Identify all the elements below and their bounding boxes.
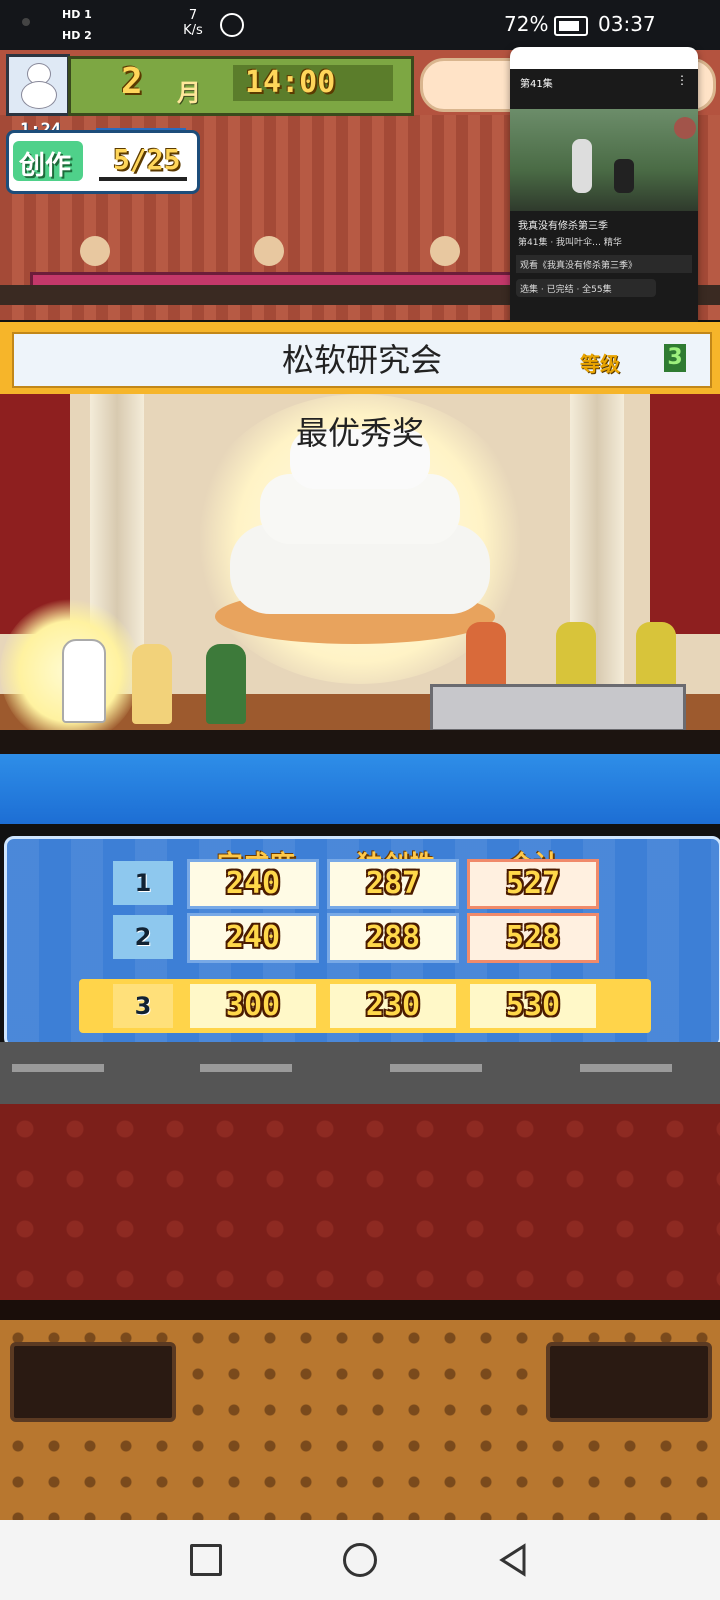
android-nav-bar	[0, 1520, 720, 1600]
score-cell-total: 528	[467, 913, 599, 963]
speed-value: 7	[188, 8, 198, 23]
date-panel: 2 月 14:00	[68, 56, 414, 116]
lamp-icon	[430, 236, 460, 266]
score-cell: 240	[187, 859, 319, 909]
mini-now-watching: 观看《我真没有修杀第三季》	[520, 261, 638, 271]
score-cell-total: 530	[467, 981, 599, 1031]
score-cell-total: 527	[467, 859, 599, 909]
score-panel: 完成度 独创性 合计 1 240 287 527 2 240 288 528 3…	[4, 836, 720, 1048]
score-cell: 288	[327, 913, 459, 963]
snowman-avatar[interactable]	[6, 54, 70, 116]
score-cell: 230	[327, 981, 459, 1031]
back-nav-icon[interactable]	[490, 1536, 538, 1584]
battery-percent: 72%	[504, 12, 549, 36]
rank-1: 1	[113, 861, 173, 905]
left-slot-button[interactable]	[10, 1342, 176, 1422]
hd1-indicator: HD 1	[62, 8, 92, 21]
staff-character	[206, 644, 246, 724]
square-nav-icon[interactable]	[182, 1536, 230, 1584]
floating-video-window[interactable]: 第41集 ⋮ 我真没有修杀第三季 第41集 · 我叫叶伞… 精华 观看《我真没有…	[510, 47, 698, 351]
right-slot-button[interactable]	[546, 1342, 712, 1422]
bottom-panel	[0, 1320, 720, 1520]
month-number: 2	[121, 61, 143, 102]
award-stage: 最优秀奖	[0, 394, 720, 754]
data-saver-icon	[220, 13, 244, 37]
dot-indicator	[22, 18, 30, 26]
level-value: 3	[664, 344, 686, 372]
mini-episodes: 选集 · 已完结 · 全55集	[520, 285, 612, 295]
mini-show-title: 我真没有修杀第三季	[518, 221, 608, 232]
score-cell: 287	[327, 859, 459, 909]
carpet-area	[0, 1104, 720, 1300]
battery-icon	[554, 16, 588, 36]
lamp-icon	[254, 236, 284, 266]
task-label: 创作	[19, 151, 72, 181]
rank-2: 2	[113, 915, 173, 959]
mini-subtitle: 第41集 · 我叫叶伞… 精华	[518, 238, 622, 248]
rank-3: 3	[113, 984, 173, 1028]
game-clock: 14:00	[245, 65, 336, 100]
award-title: 最优秀奖	[295, 414, 424, 452]
video-thumbnail[interactable]	[510, 109, 698, 211]
task-progress: 5/25	[113, 143, 181, 176]
lamp-icon	[80, 236, 110, 266]
score-cell: 240	[187, 913, 319, 963]
mini-episode-title: 第41集	[520, 79, 553, 90]
clock: 03:37	[598, 12, 656, 36]
circle-nav-icon[interactable]	[336, 1536, 384, 1584]
winning-row: 3 300 230 530	[79, 979, 651, 1033]
road-strip	[0, 1042, 720, 1104]
speed-unit: K/s	[183, 23, 203, 38]
baker-character	[132, 644, 172, 724]
judge-table	[430, 684, 686, 732]
title-banner: 松软研究会 等级 3	[0, 322, 720, 394]
chef-character	[62, 639, 106, 723]
level-label: 等级	[580, 352, 620, 376]
heart-icon[interactable]	[674, 117, 696, 139]
hd2-indicator: HD 2	[62, 29, 92, 42]
status-bar: HD 1 HD 2 7 K/s 72% 03:37	[0, 0, 720, 50]
month-label: 月	[177, 79, 201, 107]
task-progress-box[interactable]: 创作 5/25	[6, 130, 200, 194]
blue-divider	[0, 754, 720, 824]
dark-band	[0, 1300, 720, 1320]
score-cell: 300	[187, 981, 319, 1031]
more-icon[interactable]: ⋮	[676, 73, 688, 87]
audience-row	[0, 730, 720, 754]
